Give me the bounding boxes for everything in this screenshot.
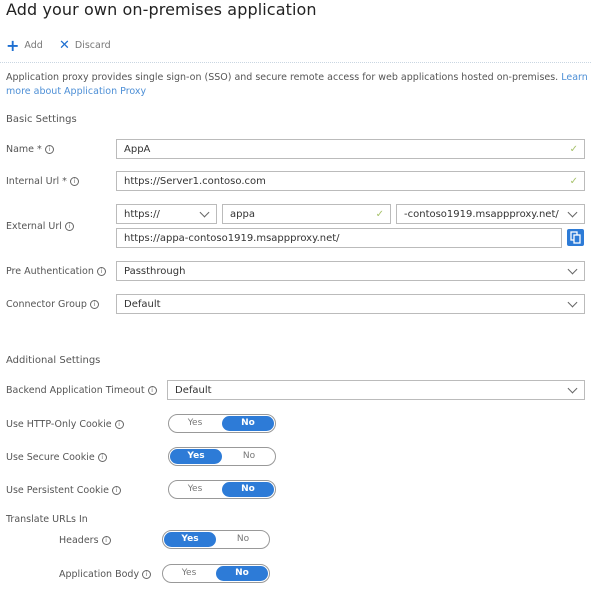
name-label: Name * i bbox=[6, 144, 54, 155]
secure-cookie-toggle[interactable]: Yes No bbox=[168, 447, 276, 466]
chevron-down-icon bbox=[567, 264, 578, 274]
toggle-yes[interactable]: Yes bbox=[170, 449, 222, 464]
description: Application proxy provides single sign-o… bbox=[6, 71, 591, 99]
pre-authentication-label: Pre Authentication i bbox=[6, 266, 106, 277]
application-body-toggle[interactable]: Yes No bbox=[162, 564, 270, 583]
chevron-down-icon bbox=[567, 383, 578, 393]
subdomain-value: appa bbox=[230, 208, 255, 220]
x-icon: ✕ bbox=[59, 37, 70, 53]
name-label-text: Name * bbox=[6, 144, 42, 155]
chevron-down-icon bbox=[567, 297, 578, 307]
toggle-no[interactable]: No bbox=[223, 448, 275, 465]
persistent-cookie-label: Use Persistent Cookie i bbox=[6, 485, 122, 496]
connector-group-label-text: Connector Group bbox=[6, 299, 87, 310]
info-icon[interactable]: i bbox=[96, 267, 106, 276]
info-icon[interactable]: i bbox=[142, 570, 152, 579]
info-icon[interactable]: i bbox=[114, 420, 124, 429]
headers-label: Headers i bbox=[59, 535, 111, 546]
add-label: Add bbox=[24, 40, 43, 51]
check-icon: ✓ bbox=[569, 175, 578, 187]
http-only-cookie-label: Use HTTP-Only Cookie i bbox=[6, 419, 124, 430]
internal-url-input[interactable]: https://Server1.contoso.com ✓ bbox=[116, 171, 585, 191]
toggle-no[interactable]: No bbox=[216, 566, 268, 581]
info-icon[interactable]: i bbox=[44, 145, 54, 154]
internal-url-label: Internal Url * i bbox=[6, 176, 79, 187]
pre-authentication-label-text: Pre Authentication bbox=[6, 266, 94, 277]
discard-label: Discard bbox=[74, 40, 111, 51]
toggle-yes[interactable]: Yes bbox=[163, 565, 215, 582]
persistent-cookie-toggle[interactable]: Yes No bbox=[168, 480, 276, 499]
connector-group-label: Connector Group i bbox=[6, 299, 99, 310]
internal-url-value: https://Server1.contoso.com bbox=[124, 175, 266, 187]
description-text: Application proxy provides single sign-o… bbox=[6, 72, 562, 83]
chevron-down-icon bbox=[199, 207, 210, 217]
external-url-domain-select[interactable]: -contoso1919.msappproxy.net/ bbox=[396, 204, 585, 224]
chevron-down-icon bbox=[567, 207, 578, 217]
toggle-yes[interactable]: Yes bbox=[169, 481, 221, 498]
info-icon[interactable]: i bbox=[112, 486, 122, 495]
info-icon[interactable]: i bbox=[101, 536, 111, 545]
add-button[interactable]: + Add bbox=[6, 35, 43, 55]
additional-settings-heading: Additional Settings bbox=[6, 355, 101, 366]
page-title: Add your own on-premises application bbox=[6, 0, 317, 19]
info-icon[interactable]: i bbox=[147, 386, 157, 395]
toggle-no[interactable]: No bbox=[222, 482, 274, 497]
application-body-label-text: Application Body bbox=[59, 569, 140, 580]
scheme-value: https:// bbox=[124, 208, 160, 220]
info-icon[interactable]: i bbox=[89, 300, 99, 309]
external-url-label: External Url i bbox=[6, 221, 74, 232]
pre-authentication-select[interactable]: Passthrough bbox=[116, 261, 585, 281]
copy-button[interactable] bbox=[567, 229, 584, 246]
name-input[interactable]: AppA ✓ bbox=[116, 139, 585, 159]
http-only-cookie-label-text: Use HTTP-Only Cookie bbox=[6, 419, 112, 430]
info-icon[interactable]: i bbox=[64, 222, 74, 231]
toggle-yes[interactable]: Yes bbox=[169, 415, 221, 432]
discard-button[interactable]: ✕ Discard bbox=[59, 37, 111, 53]
pre-authentication-value: Passthrough bbox=[124, 265, 186, 277]
internal-url-label-text: Internal Url * bbox=[6, 176, 67, 187]
toolbar-divider bbox=[0, 62, 591, 63]
check-icon: ✓ bbox=[569, 143, 578, 155]
check-icon: ✓ bbox=[375, 208, 384, 220]
info-icon[interactable]: i bbox=[97, 453, 107, 462]
connector-group-select[interactable]: Default bbox=[116, 294, 585, 314]
headers-label-text: Headers bbox=[59, 535, 99, 546]
backend-timeout-label-text: Backend Application Timeout bbox=[6, 385, 145, 396]
external-url-full-field[interactable]: https://appa-contoso1919.msappproxy.net/ bbox=[116, 228, 562, 248]
backend-timeout-value: Default bbox=[175, 384, 212, 396]
toggle-no[interactable]: No bbox=[217, 531, 269, 548]
basic-settings-heading: Basic Settings bbox=[6, 114, 77, 125]
secure-cookie-label-text: Use Secure Cookie bbox=[6, 452, 95, 463]
http-only-cookie-toggle[interactable]: Yes No bbox=[168, 414, 276, 433]
plus-icon: + bbox=[6, 35, 20, 55]
application-body-label: Application Body i bbox=[59, 569, 152, 580]
persistent-cookie-label-text: Use Persistent Cookie bbox=[6, 485, 110, 496]
full-url-value: https://appa-contoso1919.msappproxy.net/ bbox=[124, 232, 340, 244]
external-url-subdomain-input[interactable]: appa ✓ bbox=[222, 204, 391, 224]
connector-group-value: Default bbox=[124, 298, 161, 310]
headers-toggle[interactable]: Yes No bbox=[162, 530, 270, 549]
toggle-yes[interactable]: Yes bbox=[164, 532, 216, 547]
domain-value: -contoso1919.msappproxy.net/ bbox=[404, 208, 559, 220]
backend-timeout-select[interactable]: Default bbox=[167, 380, 585, 400]
name-value: AppA bbox=[124, 143, 151, 155]
external-url-scheme-select[interactable]: https:// bbox=[116, 204, 217, 224]
info-icon[interactable]: i bbox=[69, 177, 79, 186]
backend-timeout-label: Backend Application Timeout i bbox=[6, 385, 157, 396]
external-url-label-text: External Url bbox=[6, 221, 62, 232]
translate-urls-heading: Translate URLs In bbox=[6, 514, 88, 525]
toggle-no[interactable]: No bbox=[222, 416, 274, 431]
copy-icon bbox=[570, 231, 581, 244]
secure-cookie-label: Use Secure Cookie i bbox=[6, 452, 107, 463]
